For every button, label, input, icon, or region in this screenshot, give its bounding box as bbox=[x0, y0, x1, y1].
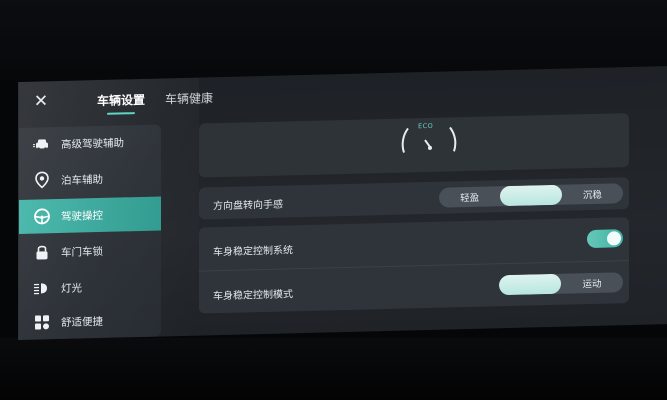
grid-icon bbox=[33, 313, 51, 331]
sidebar-item-label: 驾驶操控 bbox=[61, 209, 103, 223]
sidebar-item-label: 车门车锁 bbox=[61, 245, 103, 259]
eco-mode-label: ECO bbox=[418, 121, 434, 131]
steering-feel-row: 方向盘转向手感 轻盈 沉稳 bbox=[199, 177, 629, 220]
steering-option-heavy[interactable]: 沉稳 bbox=[562, 183, 623, 204]
steering-option-light[interactable]: 轻盈 bbox=[439, 186, 500, 207]
sidebar-item-door-lock[interactable]: 车门车锁 bbox=[19, 233, 161, 270]
drive-mode-gauge-card: ECO bbox=[199, 113, 629, 178]
sidebar-item-label: 灯光 bbox=[61, 281, 82, 295]
tab-vehicle-settings[interactable]: 车辆设置 bbox=[97, 91, 145, 109]
display-bezel-bottom bbox=[0, 338, 667, 400]
vehicle-settings-screen: ✕ 车辆设置 车辆健康 高级驾驶辅助 泊车辅助 驾驶操控 车门车锁 灯光 舒适便… bbox=[18, 66, 667, 340]
tab-vehicle-health[interactable]: 车辆健康 bbox=[165, 89, 213, 107]
headlight-icon bbox=[33, 279, 51, 297]
sidebar-item-comfort[interactable]: 舒适便捷 bbox=[19, 303, 161, 340]
sidebar-item-parking[interactable]: 泊车辅助 bbox=[19, 161, 161, 198]
steering-feel-selector[interactable]: 轻盈 沉稳 bbox=[439, 183, 623, 208]
sidebar: 高级驾驶辅助 泊车辅助 驾驶操控 车门车锁 灯光 舒适便捷 bbox=[19, 124, 161, 340]
sidebar-item-label: 泊车辅助 bbox=[61, 173, 103, 187]
sidebar-item-label: 舒适便捷 bbox=[61, 315, 103, 329]
drive-mode-gauge: ECO bbox=[394, 119, 464, 161]
esc-mode-label: 车身稳定控制模式 bbox=[213, 289, 293, 303]
steering-wheel-icon bbox=[33, 207, 51, 225]
parking-pin-icon bbox=[33, 171, 51, 189]
sidebar-item-lights[interactable]: 灯光 bbox=[19, 269, 161, 306]
esc-system-label: 车身稳定控制系统 bbox=[213, 245, 293, 259]
esc-settings-group: 车身稳定控制系统 车身稳定控制模式 运动 bbox=[199, 217, 629, 314]
sidebar-item-adas[interactable]: 高级驾驶辅助 bbox=[19, 125, 161, 162]
car-assist-icon bbox=[33, 135, 51, 153]
esc-system-toggle[interactable] bbox=[587, 229, 623, 249]
esc-mode-selector[interactable]: 运动 bbox=[499, 272, 623, 296]
close-icon[interactable]: ✕ bbox=[31, 91, 51, 111]
toggle-knob bbox=[607, 231, 621, 246]
sidebar-item-label: 高级驾驶辅助 bbox=[61, 136, 124, 151]
sidebar-item-driving-control[interactable]: 驾驶操控 bbox=[19, 196, 161, 234]
lock-icon bbox=[33, 243, 51, 261]
esc-mode-option-sport[interactable]: 运动 bbox=[561, 272, 623, 294]
steering-feel-label: 方向盘转向手感 bbox=[213, 199, 283, 213]
steering-option-standard[interactable] bbox=[500, 184, 562, 207]
esc-mode-option-standard[interactable] bbox=[499, 273, 561, 296]
divider bbox=[199, 260, 629, 272]
